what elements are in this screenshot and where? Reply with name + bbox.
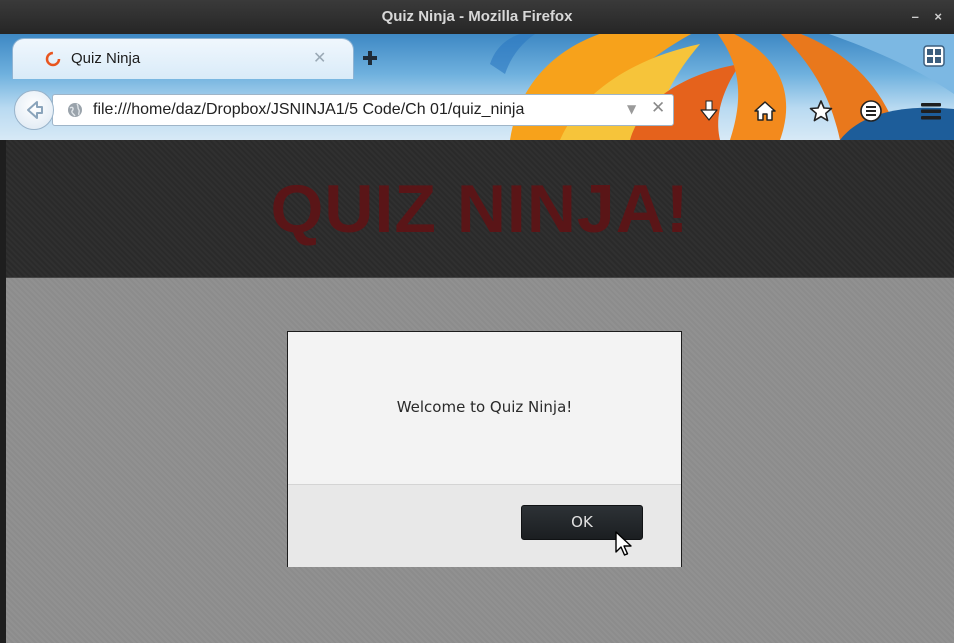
globe-icon [68, 103, 82, 117]
home-icon[interactable] [752, 98, 778, 124]
url-bar[interactable]: file:///home/daz/Dropbox/JSNINJA1/5 Code… [52, 94, 674, 126]
menu-icon[interactable] [918, 98, 944, 124]
window-titlebar: Quiz Ninja - Mozilla Firefox – × [0, 0, 954, 34]
dialog-message: Welcome to Quiz Ninja! [396, 398, 573, 416]
grid-icon[interactable] [922, 44, 946, 68]
clear-icon[interactable]: ✕ [651, 98, 665, 118]
tab-quiz-ninja[interactable]: Quiz Ninja ✕ [12, 38, 354, 79]
back-button[interactable] [14, 90, 54, 130]
navigation-toolbar: file:///home/daz/Dropbox/JSNINJA1/5 Code… [0, 84, 954, 140]
window-title: Quiz Ninja - Mozilla Firefox [381, 8, 573, 25]
page-title: QUIZ NINJA! [270, 171, 690, 247]
browser-chrome: Quiz Ninja ✕ file:///home/daz/Dropbox/JS… [0, 34, 954, 140]
close-icon[interactable]: ✕ [313, 48, 326, 67]
download-icon[interactable] [696, 98, 722, 124]
bookmark-star-icon[interactable] [808, 98, 834, 124]
reading-list-icon[interactable] [858, 98, 884, 124]
tab-title: Quiz Ninja [71, 50, 141, 67]
page-header: QUIZ NINJA! [6, 140, 954, 278]
window-controls[interactable]: – × [912, 0, 948, 34]
new-tab-icon[interactable] [360, 48, 380, 68]
dropdown-icon[interactable]: ▼ [627, 102, 636, 116]
back-arrow-icon [27, 101, 43, 119]
mouse-cursor-icon [615, 531, 632, 556]
firefox-loading-icon [45, 51, 61, 67]
url-text[interactable]: file:///home/daz/Dropbox/JSNINJA1/5 Code… [93, 101, 613, 119]
